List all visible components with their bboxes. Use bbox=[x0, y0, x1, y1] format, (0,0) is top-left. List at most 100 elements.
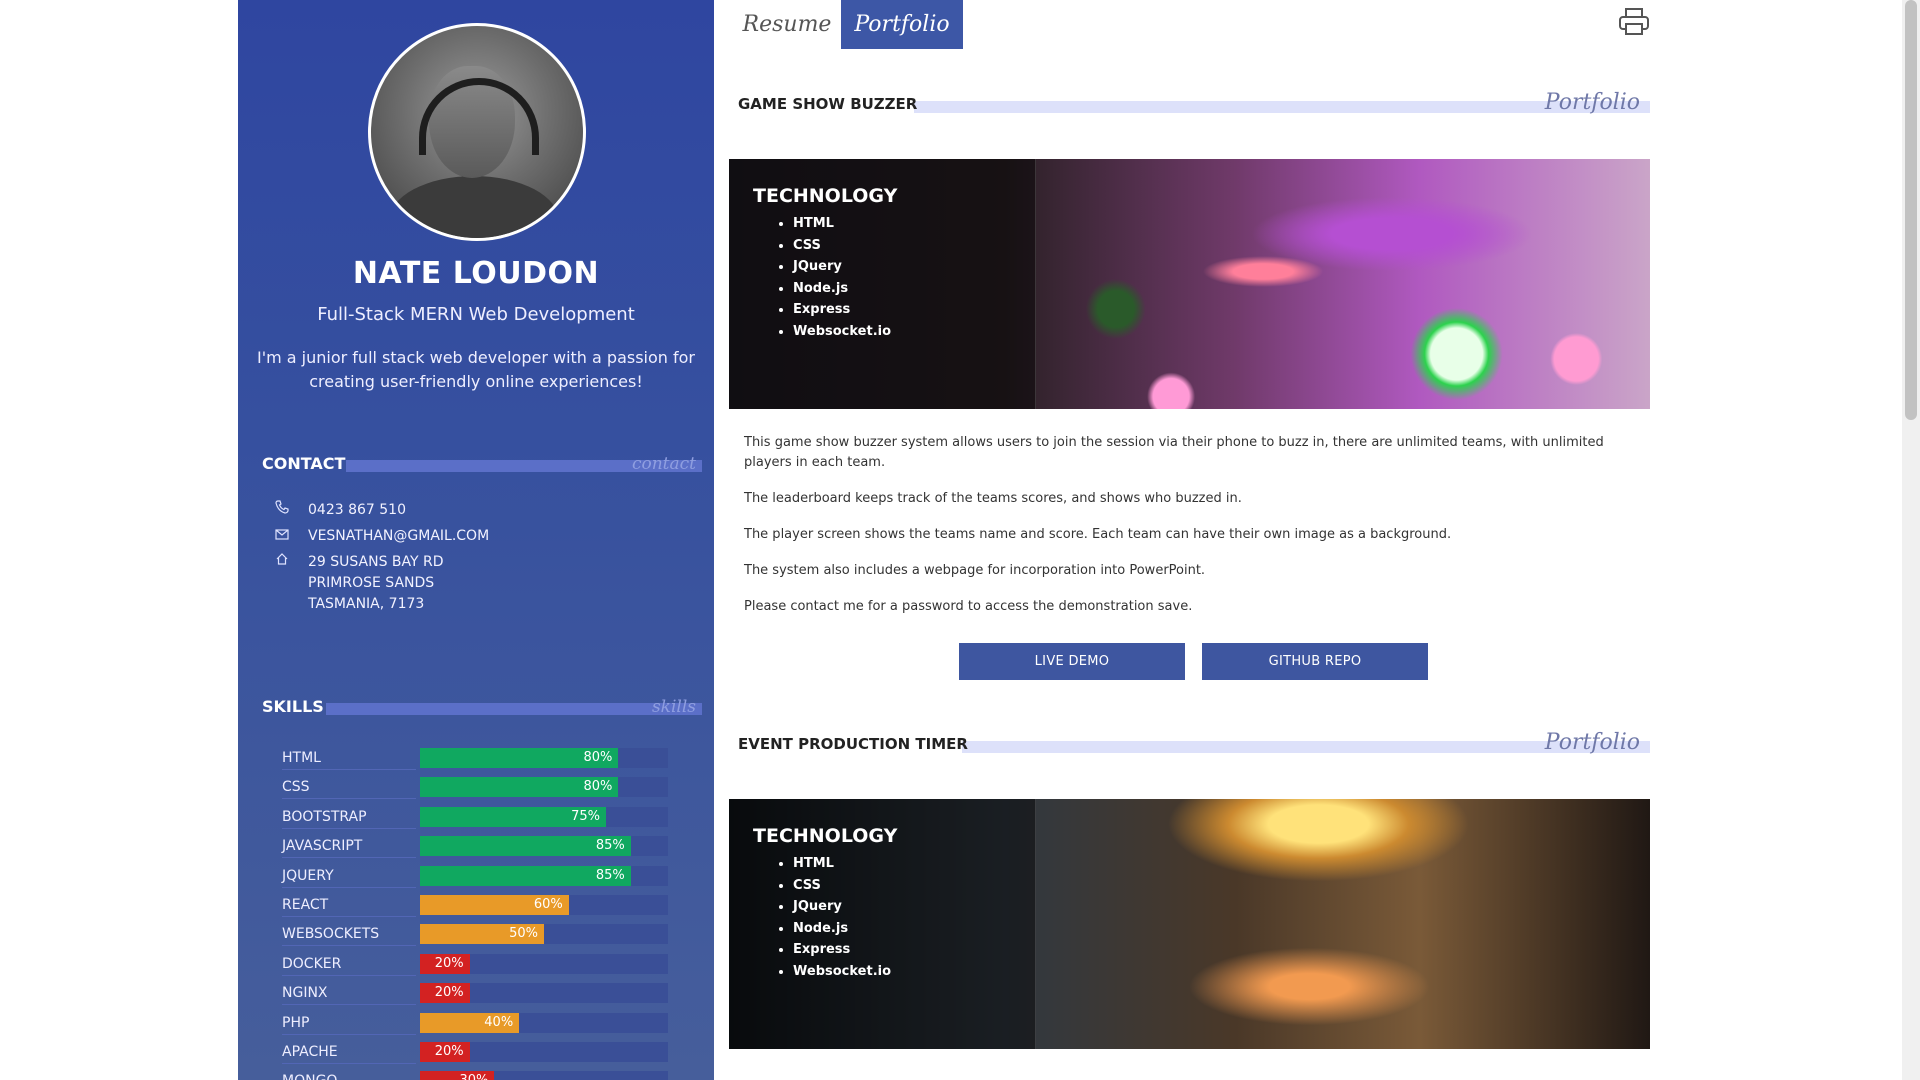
skill-bar-fill: 30% bbox=[420, 1071, 495, 1080]
skill-divider bbox=[282, 1004, 416, 1006]
skill-row: JAVASCRIPT 85% bbox=[282, 832, 708, 861]
skill-row: HTML 80% bbox=[282, 744, 708, 773]
contact-email-text: VESNATHAN@GMAIL.COM bbox=[308, 528, 490, 544]
technology-item: CSS bbox=[793, 875, 897, 897]
skill-bar-track: 20% bbox=[420, 983, 668, 1004]
technology-item: Express bbox=[793, 299, 897, 321]
technology-panel: TECHNOLOGY HTML CSS JQuery Node.js Expre… bbox=[753, 823, 897, 982]
description-paragraph: The leaderboard keeps track of the teams… bbox=[744, 491, 1242, 506]
live-demo-button[interactable]: LIVE DEMO bbox=[959, 643, 1185, 680]
technology-list: HTML CSS JQuery Node.js Express Websocke… bbox=[753, 213, 897, 342]
page-scrollbar[interactable] bbox=[1902, 0, 1920, 1080]
skill-label: BOOTSTRAP bbox=[282, 808, 367, 825]
skill-row: CSS 80% bbox=[282, 773, 708, 802]
tab-resume[interactable]: Resume bbox=[726, 0, 848, 49]
skill-bar-track: 80% bbox=[420, 777, 668, 798]
skill-bar-fill: 80% bbox=[420, 748, 619, 768]
skill-row: BOOTSTRAP 75% bbox=[282, 803, 708, 832]
contact-phone-text: 0423 867 510 bbox=[308, 502, 406, 518]
profile-name: NATE LOUDON bbox=[352, 256, 600, 291]
project-image-game-show-buzzer: TECHNOLOGY HTML CSS JQuery Node.js Expre… bbox=[729, 159, 1650, 409]
skill-bar-fill: 50% bbox=[420, 924, 544, 945]
project-title: EVENT PRODUCTION TIMER bbox=[738, 735, 968, 753]
profile-bio: I'm a junior full stack web developer wi… bbox=[256, 348, 695, 391]
technology-panel: TECHNOLOGY HTML CSS JQuery Node.js Expre… bbox=[753, 183, 897, 342]
contact-address: 29 SUSANS BAY RD PRIMROSE SANDS TASMANIA… bbox=[272, 552, 489, 615]
technology-item: CSS bbox=[793, 235, 897, 257]
skill-row: NGINX 20% bbox=[282, 979, 708, 1008]
skill-divider bbox=[282, 857, 416, 859]
skill-divider bbox=[282, 1033, 416, 1035]
skill-bar-fill: 60% bbox=[420, 894, 569, 915]
project-image-event-production-timer: TECHNOLOGY HTML CSS JQuery Node.js Expre… bbox=[729, 799, 1650, 1049]
technology-list: HTML CSS JQuery Node.js Express Websocke… bbox=[753, 853, 897, 982]
skill-label: APACHE bbox=[282, 1043, 338, 1060]
project-title: GAME SHOW BUZZER bbox=[738, 95, 918, 113]
project-heading-script: Portfolio bbox=[1544, 730, 1640, 755]
skill-divider bbox=[282, 915, 416, 917]
skills-heading-rule bbox=[326, 703, 702, 715]
profile-role: Full-Stack MERN Web Development bbox=[317, 304, 635, 325]
description-paragraph: This game show buzzer system allows user… bbox=[744, 435, 1604, 470]
skill-label: WEBSOCKETS bbox=[282, 926, 380, 943]
contact-heading-label: CONTACT bbox=[262, 454, 346, 473]
skill-label: CSS bbox=[282, 779, 310, 796]
project-heading-script: Portfolio bbox=[1544, 90, 1640, 115]
skill-bar-track: 20% bbox=[420, 1041, 668, 1062]
tab-portfolio[interactable]: Portfolio bbox=[841, 0, 963, 49]
contact-list: 0423 867 510 VESNATHAN@GMAIL.COM 29 SUSA… bbox=[272, 500, 489, 620]
project-heading-game-show-buzzer: GAME SHOW BUZZER Portfolio bbox=[738, 90, 1650, 116]
description-paragraph: The player screen shows the teams name a… bbox=[744, 527, 1452, 542]
skill-label: REACT bbox=[282, 896, 329, 913]
home-icon bbox=[272, 552, 292, 573]
skill-label: JQUERY bbox=[282, 867, 334, 884]
skill-bar-fill: 85% bbox=[420, 865, 631, 886]
skill-row: REACT 60% bbox=[282, 891, 708, 920]
skill-bar-track: 75% bbox=[420, 806, 668, 827]
skill-bar-track: 30% bbox=[420, 1071, 668, 1080]
skill-divider bbox=[282, 827, 416, 829]
technology-item: Websocket.io bbox=[793, 321, 897, 343]
skill-row: WEBSOCKETS 50% bbox=[282, 920, 708, 949]
skill-bar-track: 60% bbox=[420, 894, 668, 915]
skill-bar-track: 85% bbox=[420, 865, 668, 886]
scrollbar-thumb[interactable] bbox=[1905, 0, 1917, 420]
technology-item: JQuery bbox=[793, 256, 897, 278]
skill-label: DOCKER bbox=[282, 955, 342, 972]
github-repo-button[interactable]: GITHUB REPO bbox=[1202, 643, 1428, 680]
technology-item: Websocket.io bbox=[793, 961, 897, 983]
skill-label: NGINX bbox=[282, 985, 328, 1002]
profile-avatar bbox=[368, 23, 586, 241]
skill-bar-track: 80% bbox=[420, 748, 668, 768]
description-paragraph: The system also includes a webpage for i… bbox=[744, 563, 1206, 578]
skill-divider bbox=[282, 769, 416, 770]
skill-row: JQUERY 85% bbox=[282, 862, 708, 891]
technology-item: Node.js bbox=[793, 918, 897, 940]
skill-row: PHP 40% bbox=[282, 1009, 708, 1038]
avatar-shoulders bbox=[389, 176, 559, 238]
project-heading-event-production-timer: EVENT PRODUCTION TIMER Portfolio bbox=[738, 730, 1650, 756]
skill-bar-fill: 85% bbox=[420, 836, 631, 857]
technology-heading: TECHNOLOGY bbox=[753, 825, 898, 847]
skill-bar-track: 50% bbox=[420, 924, 668, 945]
skill-bar-track: 40% bbox=[420, 1012, 668, 1033]
contact-address-line1: 29 SUSANS BAY RD bbox=[308, 554, 444, 570]
skill-bar-fill: 40% bbox=[420, 1012, 520, 1033]
skills-heading: SKILLS skills bbox=[252, 696, 702, 718]
skill-bar-fill: 80% bbox=[420, 777, 619, 798]
skill-label: HTML bbox=[282, 750, 321, 766]
contact-heading: CONTACT contact bbox=[252, 453, 702, 475]
contact-email[interactable]: VESNATHAN@GMAIL.COM bbox=[272, 526, 489, 547]
skills-list: HTML 80% CSS 80% BOOTSTRAP 75% JAVASCRIPT 85% JQ… bbox=[282, 744, 708, 1080]
technology-item: JQuery bbox=[793, 896, 897, 918]
technology-item: Express bbox=[793, 939, 897, 961]
skill-row: DOCKER 20% bbox=[282, 950, 708, 979]
technology-item: Node.js bbox=[793, 278, 897, 300]
skill-bar-track: 85% bbox=[420, 836, 668, 857]
mail-icon bbox=[272, 526, 292, 547]
print-icon[interactable] bbox=[1618, 8, 1650, 36]
contact-phone[interactable]: 0423 867 510 bbox=[272, 500, 489, 521]
skill-row: MONGO 30% bbox=[282, 1067, 708, 1080]
skill-bar-fill: 20% bbox=[420, 983, 470, 1004]
skill-row: APACHE 20% bbox=[282, 1038, 708, 1067]
